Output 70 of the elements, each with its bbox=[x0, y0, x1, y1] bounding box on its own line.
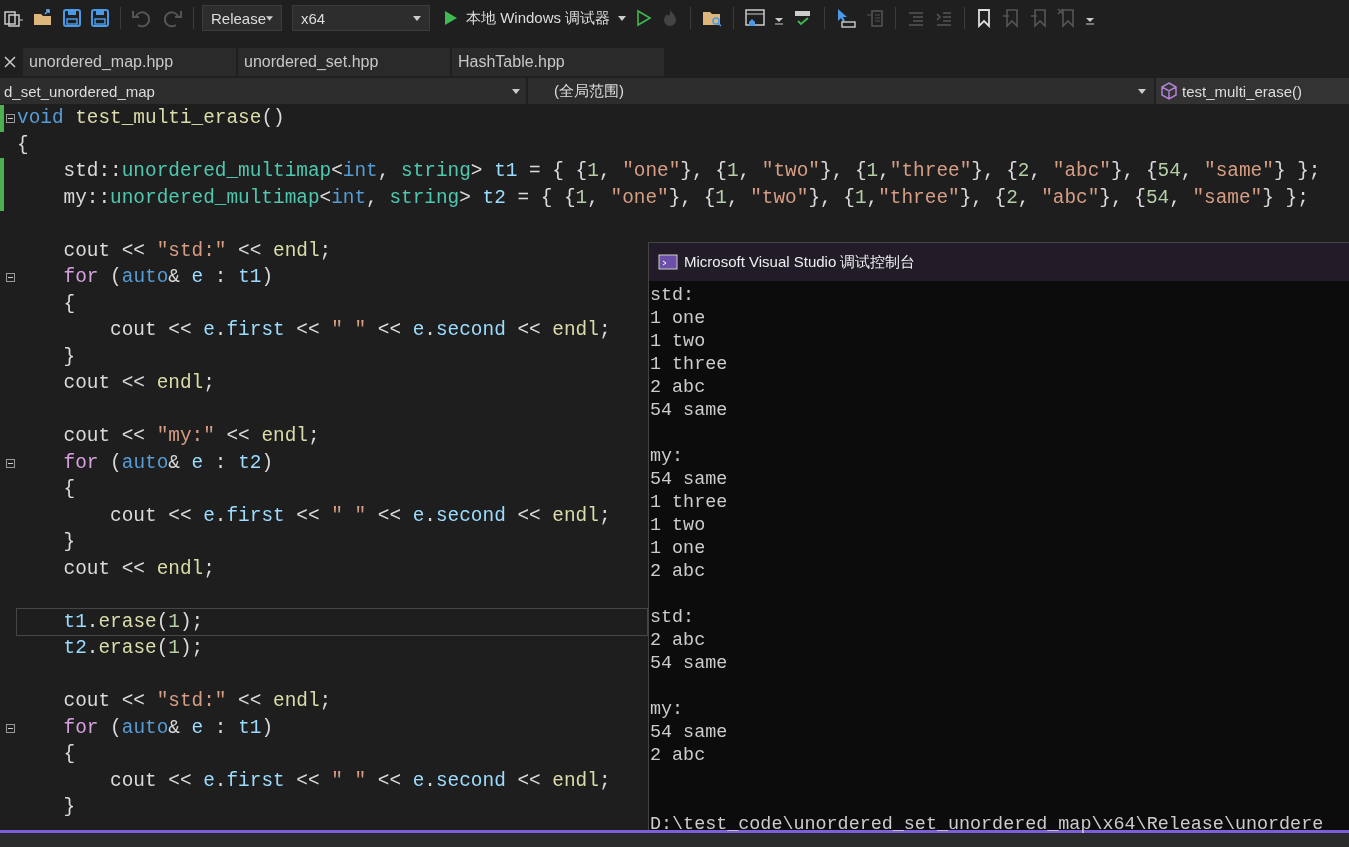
code-line: cout << "std:" << endl; bbox=[62, 238, 332, 264]
console-output-line: 1 two bbox=[650, 330, 707, 353]
code-line: } bbox=[62, 530, 76, 556]
caret-icon bbox=[266, 15, 273, 21]
console-output-line: 2 abc bbox=[650, 560, 707, 583]
caret-icon bbox=[413, 15, 421, 21]
file-tab[interactable]: HashTable.hpp bbox=[452, 48, 664, 76]
collapse-icon[interactable] bbox=[6, 114, 15, 123]
member-dropdown[interactable]: test_multi_erase() bbox=[1156, 78, 1349, 104]
collapse-icon[interactable] bbox=[6, 723, 15, 733]
console-output-line: 1 one bbox=[650, 307, 707, 330]
play-icon bbox=[444, 10, 458, 26]
code-line: my::unordered_multimap<int, string> t2 = { {1, "one"}, {1, "two"}, {1,"three"}, {2, "abc"}, {54, "same"} }; bbox=[62, 185, 1309, 211]
console-title: Microsoft Visual Studio 调试控制台 bbox=[684, 252, 916, 272]
file-tab[interactable]: unordered_map.hpp bbox=[23, 48, 236, 76]
code-line: { bbox=[62, 477, 76, 503]
code-line: } bbox=[62, 344, 76, 370]
caret-icon bbox=[512, 88, 520, 94]
console-output-line: D:\test_code\unordered_set_unordered_map\x64\Release\unordere bbox=[650, 813, 1325, 836]
code-line: t2.erase(1); bbox=[62, 636, 204, 662]
console-output-line: 2 abc bbox=[650, 376, 707, 399]
open-folder-icon[interactable] bbox=[32, 8, 54, 28]
cube-icon bbox=[1160, 82, 1178, 100]
console-output-line: 54 same bbox=[650, 652, 729, 675]
play-icon[interactable] bbox=[636, 9, 653, 27]
console-output-line: 54 same bbox=[650, 399, 729, 422]
console-output-line: my: bbox=[650, 698, 685, 721]
code-line: { bbox=[17, 132, 29, 158]
code-line: cout << e.first << " " << e.second << endl; bbox=[109, 503, 611, 529]
console-output-line: 54 same bbox=[650, 468, 729, 491]
collapse-icon[interactable] bbox=[6, 458, 15, 468]
code-line: { bbox=[62, 742, 76, 768]
console-output-line: 2 abc bbox=[650, 629, 707, 652]
console-output-line: 1 three bbox=[650, 491, 729, 514]
code-line: t1.erase(1); bbox=[17, 608, 647, 635]
collapse-icon[interactable] bbox=[6, 273, 15, 282]
close-icon[interactable] bbox=[4, 56, 16, 68]
code-line: cout << e.first << " " << e.second << endl; bbox=[109, 318, 611, 344]
save-all-icon[interactable] bbox=[90, 8, 110, 28]
configuration-dropdown[interactable]: Release bbox=[202, 5, 282, 31]
file-tab[interactable]: unordered_set.hpp bbox=[238, 48, 450, 76]
window-home-icon[interactable] bbox=[744, 8, 767, 28]
solution-icon[interactable] bbox=[2, 8, 24, 28]
code-line: void test_multi_erase() bbox=[17, 106, 285, 132]
code-line: for (auto& e : t1) bbox=[62, 715, 274, 741]
code-line: { bbox=[62, 291, 76, 317]
code-line: cout << "std:" << endl; bbox=[62, 689, 332, 715]
code-line: cout << e.first << " " << e.second << endl; bbox=[109, 768, 611, 794]
code-line: cout << endl; bbox=[62, 556, 215, 582]
console-output-line: 54 same bbox=[650, 721, 729, 744]
code-line: cout << endl; bbox=[62, 371, 215, 397]
console-output-line: my: bbox=[650, 445, 685, 468]
pointer-icon[interactable] bbox=[835, 8, 858, 28]
code-line: cout << "my:" << endl; bbox=[62, 424, 320, 450]
code-line: std::unordered_multimap<int, string> t1 = { {1, "one"}, {1, "two"}, {1,"three"}, {2, "abc"}, {54, "same"} }; bbox=[62, 159, 1321, 185]
code-line: for (auto& e : t2) bbox=[62, 450, 274, 476]
console-icon bbox=[658, 254, 678, 270]
save-icon[interactable] bbox=[62, 8, 82, 28]
start-debugging-button[interactable]: 本地 Windows 调试器 bbox=[440, 8, 631, 28]
console-output-line: 1 two bbox=[650, 514, 707, 537]
code-line: for (auto& e : t1) bbox=[62, 265, 274, 291]
console-output-line: 1 one bbox=[650, 537, 707, 560]
console-output-line: std: bbox=[650, 284, 696, 307]
code-line: } bbox=[62, 795, 76, 821]
caret-icon bbox=[618, 15, 627, 21]
console-output-line: 1 three bbox=[650, 353, 729, 376]
console-output-line: 2 abc bbox=[650, 744, 707, 767]
platform-dropdown[interactable]: x64 bbox=[292, 5, 430, 31]
caret-icon bbox=[1138, 88, 1146, 94]
console-output-line: std: bbox=[650, 606, 696, 629]
